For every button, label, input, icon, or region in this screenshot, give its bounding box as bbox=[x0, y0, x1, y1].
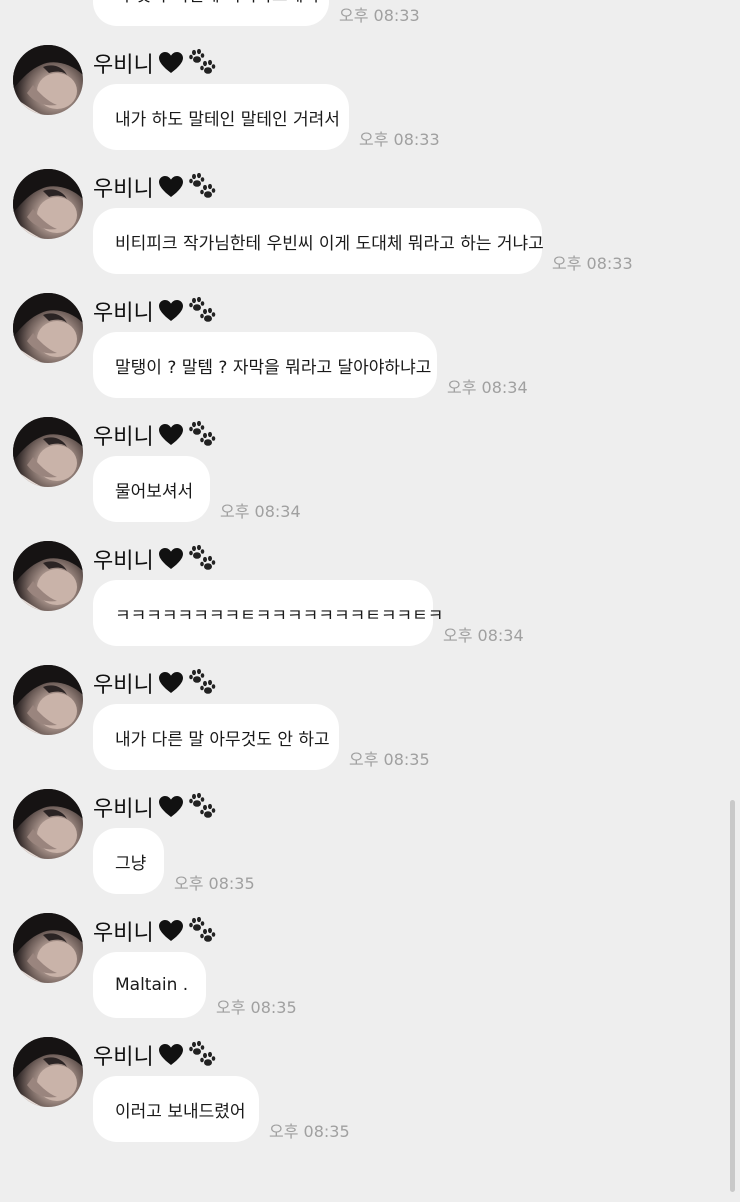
chat-message-row: 우비니내가 하도 말테인 말테인 거려서오후 08:33 bbox=[0, 25, 740, 150]
message-bubble[interactable]: 내가 하도 말테인 말테인 거려서 bbox=[93, 84, 349, 150]
avatar[interactable] bbox=[13, 789, 83, 859]
sender-label: 우비니 bbox=[93, 419, 218, 451]
black-heart-icon bbox=[158, 51, 184, 75]
black-heart-icon bbox=[158, 671, 184, 695]
sender-name: 우비니 bbox=[93, 425, 154, 450]
message-timestamp: 오후 08:35 bbox=[349, 750, 430, 769]
message-bubble[interactable]: 내가 다른 말 아무것도 안 하고 bbox=[93, 704, 339, 770]
black-heart-icon bbox=[158, 919, 184, 943]
message-bubble[interactable]: 이러고 보내드렸어 bbox=[93, 1076, 259, 1142]
sender-label: 우비니 bbox=[93, 171, 218, 203]
chat-message-row: 우비니물어보셔서오후 08:34 bbox=[0, 397, 740, 522]
paw-prints-icon bbox=[188, 421, 218, 449]
chat-message-row: 우비니말탱이 ? 말템 ? 자막을 뭐라고 달아야하냐고오후 08:34 bbox=[0, 273, 740, 398]
paw-prints-icon bbox=[188, 297, 218, 325]
sender-name: 우비니 bbox=[93, 921, 154, 946]
avatar[interactable] bbox=[13, 665, 83, 735]
paw-prints-icon bbox=[188, 49, 218, 77]
sender-name: 우비니 bbox=[93, 177, 154, 202]
message-timestamp: 오후 08:33 bbox=[359, 130, 440, 149]
paw-prints-icon bbox=[188, 669, 218, 697]
message-timestamp: 오후 08:34 bbox=[447, 378, 528, 397]
avatar[interactable] bbox=[13, 913, 83, 983]
sender-label: 우비니 bbox=[93, 543, 218, 575]
sender-label: 우비니 bbox=[93, 915, 218, 947]
message-bubble[interactable]: 아 맞아 이번에 비티파크에서 bbox=[93, 0, 329, 26]
paw-prints-icon bbox=[188, 545, 218, 573]
sender-name: 우비니 bbox=[93, 301, 154, 326]
avatar[interactable] bbox=[13, 45, 83, 115]
sender-name: 우비니 bbox=[93, 53, 154, 78]
black-heart-icon bbox=[158, 547, 184, 571]
black-heart-icon bbox=[158, 795, 184, 819]
message-bubble[interactable]: 말탱이 ? 말템 ? 자막을 뭐라고 달아야하냐고 bbox=[93, 332, 437, 398]
sender-label: 우비니 bbox=[93, 791, 218, 823]
message-bubble[interactable]: Maltain . bbox=[93, 952, 206, 1018]
message-bubble[interactable]: 물어보셔서 bbox=[93, 456, 210, 522]
black-heart-icon bbox=[158, 1043, 184, 1067]
black-heart-icon bbox=[158, 423, 184, 447]
sender-name: 우비니 bbox=[93, 549, 154, 574]
scrollbar[interactable] bbox=[730, 800, 735, 1192]
chat-message-row: 우비니그냥오후 08:35 bbox=[0, 769, 740, 894]
paw-prints-icon bbox=[188, 793, 218, 821]
chat-message-row: 우비니이러고 보내드렸어오후 08:35 bbox=[0, 1017, 740, 1142]
message-bubble[interactable]: 비티피크 작가님한테 우빈씨 이게 도대체 뭐라고 하는 거냐고 bbox=[93, 208, 544, 274]
message-timestamp: 오후 08:33 bbox=[339, 6, 420, 25]
chat-message-row: 우비니 Maltain . 오후 08:35 bbox=[0, 893, 740, 1018]
message-bubble[interactable]: ㅋㅋㅋㅋㅋㅋㅋㅋㅌㅋㅋㅋㅋㅋㅋㅋㅌㅋㅋㅌㅋ bbox=[93, 580, 443, 646]
avatar[interactable] bbox=[13, 293, 83, 363]
chat-message-list: 아 맞아 이번에 비티파크에서오후 08:33우비니내가 하도 말테인 말테인 … bbox=[0, 0, 740, 1202]
sender-name: 우비니 bbox=[93, 797, 154, 822]
paw-prints-icon bbox=[188, 1041, 218, 1069]
chat-message-row: 아 맞아 이번에 비티파크에서 오후 08:33 bbox=[0, 0, 740, 26]
message-timestamp: 오후 08:35 bbox=[269, 1122, 350, 1141]
message-timestamp: 오후 08:34 bbox=[443, 626, 524, 645]
sender-name: 우비니 bbox=[93, 673, 154, 698]
paw-prints-icon bbox=[188, 173, 218, 201]
avatar[interactable] bbox=[13, 417, 83, 487]
chat-message-row: 우비니 ㅋㅋㅋㅋㅋㅋㅋㅋㅌㅋㅋㅋㅋㅋㅋㅋㅌㅋㅋㅌㅋ 오후 08:34 bbox=[0, 521, 740, 646]
avatar[interactable] bbox=[13, 169, 83, 239]
chat-message-row: 우비니내가 다른 말 아무것도 안 하고오후 08:35 bbox=[0, 645, 740, 770]
avatar[interactable] bbox=[13, 541, 83, 611]
message-timestamp: 오후 08:33 bbox=[552, 254, 633, 273]
sender-label: 우비니 bbox=[93, 47, 218, 79]
sender-name: 우비니 bbox=[93, 1045, 154, 1070]
avatar[interactable] bbox=[13, 1037, 83, 1107]
black-heart-icon bbox=[158, 299, 184, 323]
sender-label: 우비니 bbox=[93, 667, 218, 699]
message-bubble[interactable]: 그냥 bbox=[93, 828, 164, 894]
message-timestamp: 오후 08:35 bbox=[216, 998, 297, 1017]
sender-label: 우비니 bbox=[93, 1039, 218, 1071]
paw-prints-icon bbox=[188, 917, 218, 945]
message-timestamp: 오후 08:35 bbox=[174, 874, 255, 893]
chat-message-row: 우비니비티피크 작가님한테 우빈씨 이게 도대체 뭐라고 하는 거냐고오후 08… bbox=[0, 149, 740, 274]
message-timestamp: 오후 08:34 bbox=[220, 502, 301, 521]
black-heart-icon bbox=[158, 175, 184, 199]
sender-label: 우비니 bbox=[93, 295, 218, 327]
